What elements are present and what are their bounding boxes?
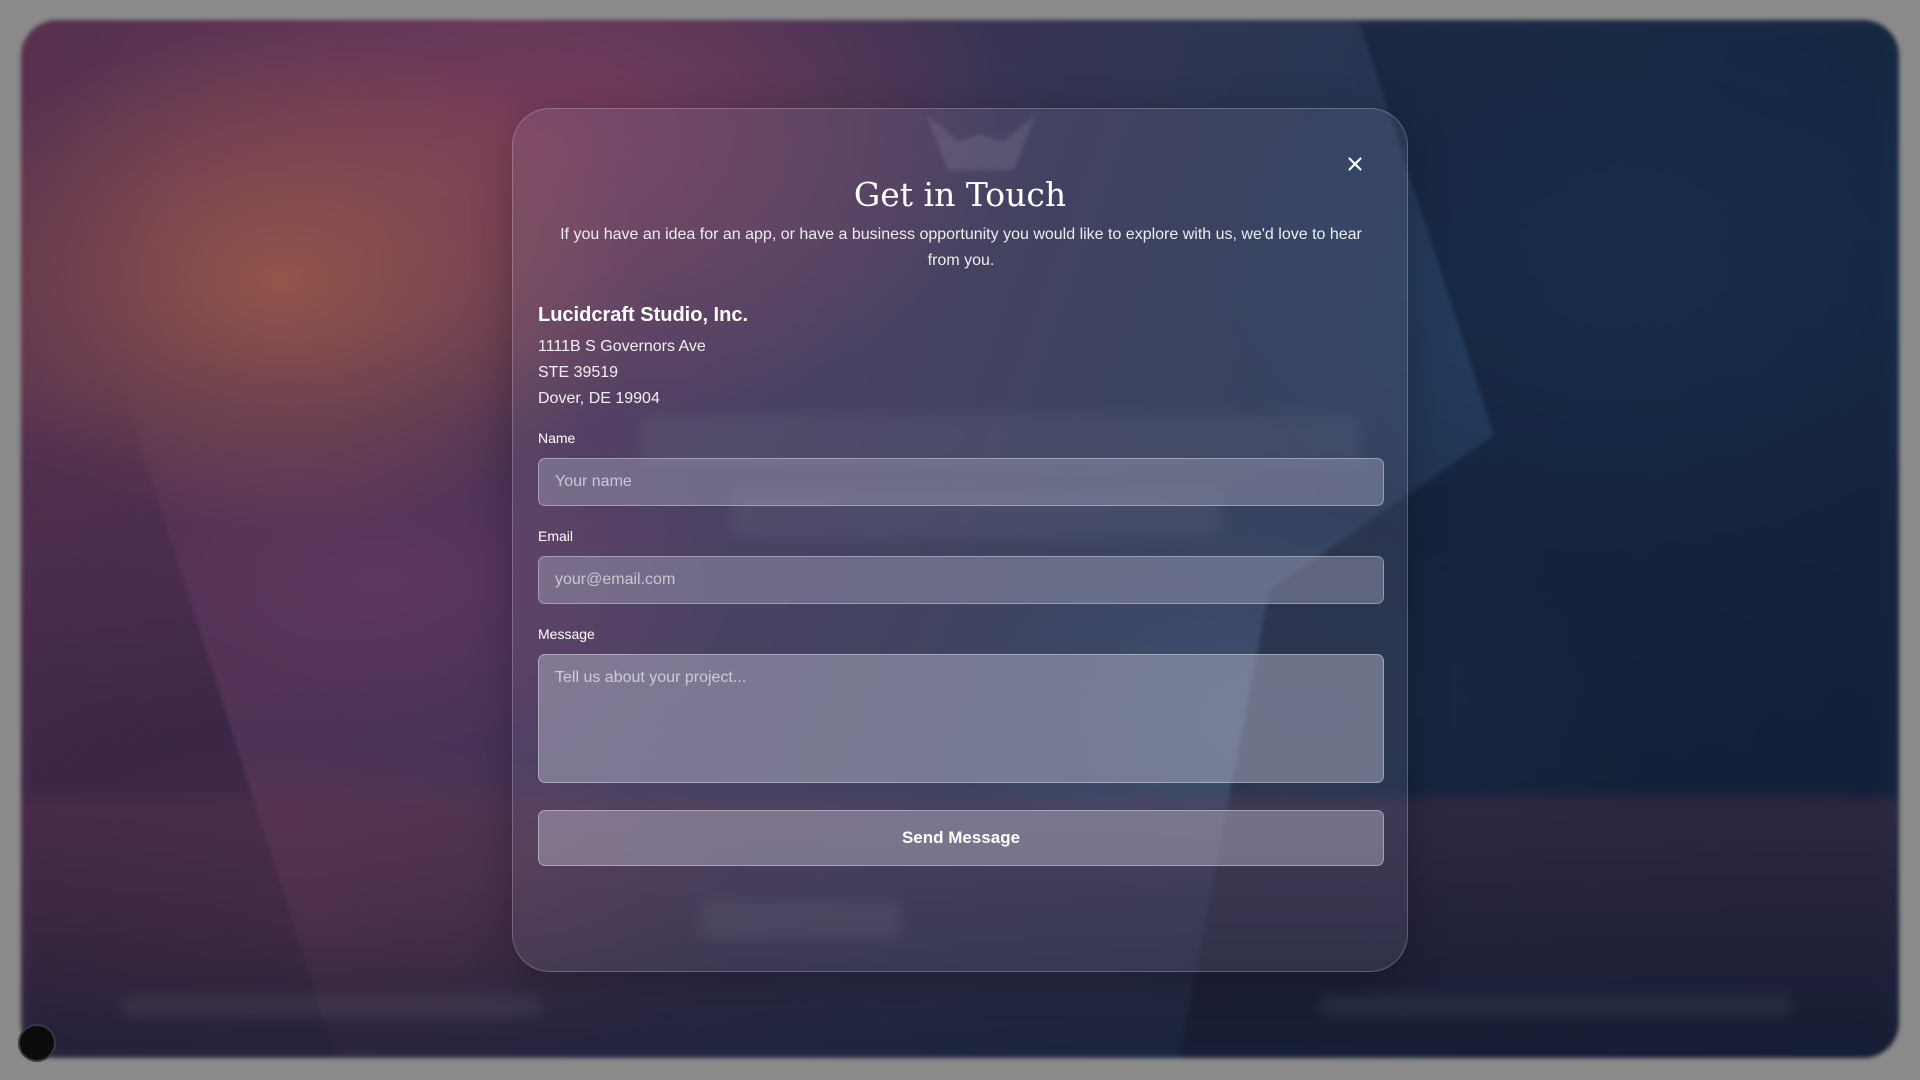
send-message-button[interactable]: Send Message [538,810,1384,866]
name-input[interactable] [538,458,1384,506]
address-line-suite: STE 39519 [538,364,619,381]
name-label: Name [538,430,576,446]
modal-subtitle: If you have an idea for an app, or have … [560,226,1362,269]
address-line-street: 1111B S Governors Ave [538,338,706,355]
address-line-city: Dover, DE 19904 [538,390,660,407]
floating-action-dot[interactable] [18,1024,56,1062]
company-name: Lucidcraft Studio, Inc. [538,304,749,326]
email-label: Email [538,528,574,544]
message-label: Message [538,626,595,642]
company-address-block: Lucidcraft Studio, Inc. 1111B S Governor… [538,304,748,412]
close-icon [1348,157,1362,171]
background-footer-links [121,995,541,1017]
contact-modal: Get in Touch If you have an idea for an … [512,108,1408,972]
message-textarea[interactable] [538,654,1384,783]
modal-title: Get in Touch [853,175,1067,214]
background-footer-copyright [1321,995,1791,1017]
email-input[interactable] [538,556,1384,604]
